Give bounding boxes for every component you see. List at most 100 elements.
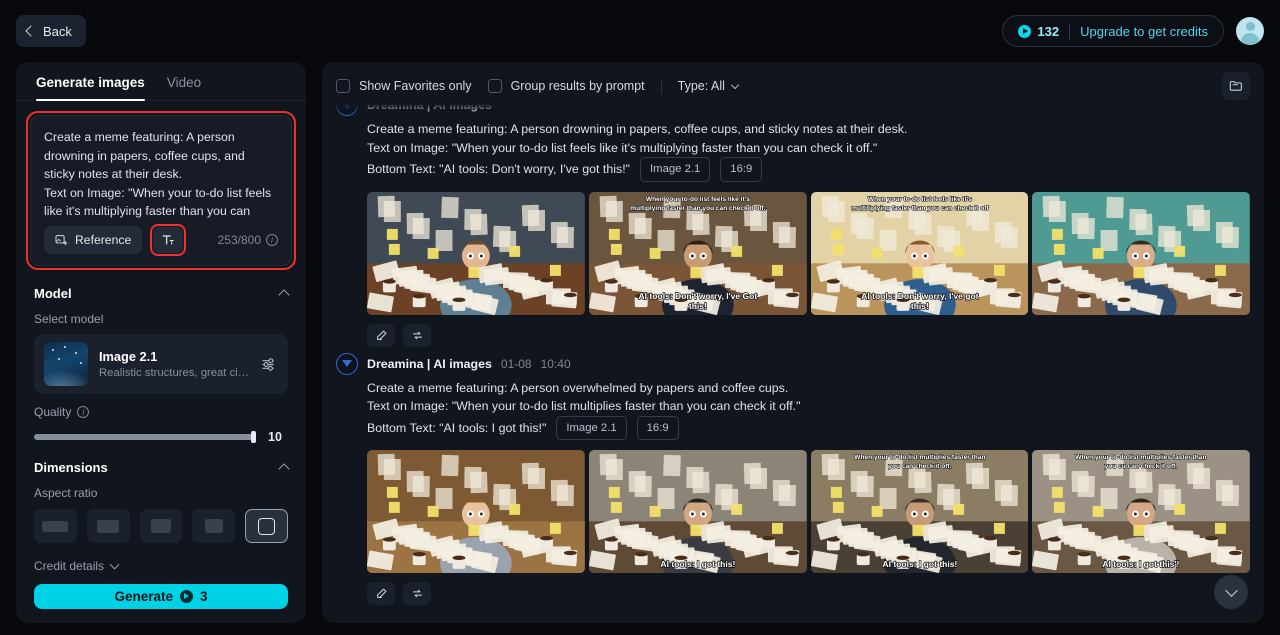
checkbox-group[interactable] xyxy=(487,79,502,93)
coin-cost-icon xyxy=(180,590,193,603)
post-prompt-line: Create a meme featuring: A person overwh… xyxy=(367,380,789,395)
result-thumbnails: When your to-do list feels like it's mult… xyxy=(367,191,1250,315)
avatar[interactable] xyxy=(1236,17,1264,45)
back-button[interactable]: Back xyxy=(16,15,86,47)
quality-value: 10 xyxy=(268,430,282,444)
credit-details-toggle[interactable]: Credit details xyxy=(34,559,288,573)
scroll-down-button[interactable] xyxy=(1214,575,1248,609)
result-thumbnail[interactable] xyxy=(367,450,585,573)
result-thumbnail[interactable] xyxy=(367,191,585,315)
svg-text:multiplying faster than you ca: multiplying faster than you can check it… xyxy=(630,204,765,211)
back-button-label: Back xyxy=(43,23,72,39)
result-thumbnail[interactable]: When your to-do list feels like it's mult… xyxy=(588,191,807,315)
svg-text:When your to-do list multiplie: When your to-do list multiplies faster t… xyxy=(1076,454,1207,461)
model-meta: Image 2.1 Realistic structures, great ci… xyxy=(99,349,250,379)
reference-button-label: Reference xyxy=(75,233,132,247)
model-settings-icon[interactable] xyxy=(261,356,278,373)
tab-generate-images[interactable]: Generate images xyxy=(36,75,145,101)
post-tag: 16:9 xyxy=(720,157,763,182)
svg-text:you cu can check it off.: you cu can check it off. xyxy=(1105,463,1178,470)
upgrade-link[interactable]: Upgrade to get credits xyxy=(1080,24,1208,39)
result-thumbnail[interactable] xyxy=(1032,191,1250,315)
generate-cost: 3 xyxy=(200,589,208,604)
model-section-title: Model xyxy=(34,286,72,301)
result-thumbnail[interactable]: When your to-do list multiplies faster t… xyxy=(1032,450,1250,573)
prompt-box[interactable]: Create a meme featuring: A person drowni… xyxy=(30,115,292,266)
show-favorites-only-toggle[interactable]: Show Favorites only xyxy=(336,79,472,93)
svg-text:AI tools: Don't worry, I've go: AI tools: Don't worry, I've got xyxy=(861,290,978,300)
generate-button[interactable]: Generate 3 xyxy=(34,584,288,609)
post-brand-name: Dreamina | AI images xyxy=(367,104,492,112)
aspect-ratio-3-2[interactable] xyxy=(192,509,236,543)
credits-pill[interactable]: 132 Upgrade to get credits xyxy=(1002,15,1224,47)
show-favorites-only-label: Show Favorites only xyxy=(359,79,472,93)
group-by-prompt-toggle[interactable]: Group results by prompt xyxy=(487,79,645,93)
result-thumbnail[interactable]: When your to-do list feels like it's mult… xyxy=(810,191,1029,315)
regenerate-button[interactable] xyxy=(403,323,431,347)
regenerate-icon xyxy=(412,589,422,598)
results-toolbar: Show Favorites only Group results by pro… xyxy=(322,68,1264,104)
svg-text:AI tools: I got this!: AI tools: I got this! xyxy=(660,559,735,569)
dreamina-logo-icon xyxy=(336,104,358,116)
result-thumbnails: AI tools: I got this! When your to-do lis… xyxy=(367,450,1250,573)
reference-button[interactable]: Reference xyxy=(44,226,143,254)
left-panel: Generate images Video Create a meme feat… xyxy=(16,62,306,623)
model-description: Realistic structures, great cinematog... xyxy=(99,367,250,379)
regenerate-button[interactable] xyxy=(403,582,431,605)
edit-button[interactable] xyxy=(367,323,395,347)
main-body: Generate images Video Create a meme feat… xyxy=(0,62,1280,635)
pencil-icon xyxy=(376,588,386,598)
chevron-down-icon-type xyxy=(730,80,740,89)
result-thumbnail[interactable]: When your to-do list multiplies faster t… xyxy=(810,450,1029,573)
edit-button[interactable] xyxy=(367,582,395,605)
aspect-ratio-glyph xyxy=(150,519,171,533)
type-filter-label: Type: All xyxy=(677,79,725,93)
svg-text:When your to-do list feels lik: When your to-do list feels like it's xyxy=(646,195,750,202)
post-tags: Image 2.1 16:9 xyxy=(556,415,679,440)
quality-slider[interactable] xyxy=(34,431,256,443)
archive-folder-button[interactable] xyxy=(1222,72,1250,100)
aspect-ratio-glyph xyxy=(42,520,69,532)
post-actions xyxy=(367,323,1250,347)
result-thumbnail[interactable]: AI tools: I got this! xyxy=(588,450,807,573)
aspect-ratio-glyph xyxy=(258,517,276,535)
svg-text:multitiplying faster than you: multitiplying faster than you can check … xyxy=(851,204,989,211)
prompt-toolbar: Reference 253/800 i xyxy=(44,224,278,256)
prompt-input[interactable]: Create a meme featuring: A person drowni… xyxy=(44,128,278,220)
chevron-up-icon-dimensions[interactable] xyxy=(278,463,290,475)
quality-label-row: Quality i xyxy=(34,405,288,419)
results-feed[interactable]: Dreamina | AI images Create a meme featu… xyxy=(322,104,1264,623)
coin-icon xyxy=(1018,24,1032,38)
post-prompt-line: Create a meme featuring: A person drowni… xyxy=(367,122,908,136)
aspect-ratio-16-9[interactable] xyxy=(86,509,130,543)
tab-video[interactable]: Video xyxy=(167,75,201,100)
chevron-up-icon-model[interactable] xyxy=(278,289,290,301)
text-tool-button[interactable] xyxy=(153,227,184,253)
post-prompt: Create a meme featuring: A person overwh… xyxy=(367,379,1250,440)
aspect-ratio-1-1[interactable] xyxy=(245,509,288,543)
image-reference-icon xyxy=(55,234,68,245)
credits-count: 132 xyxy=(1037,23,1060,39)
chevron-down-icon-credits xyxy=(109,559,120,570)
info-icon[interactable]: i xyxy=(266,234,278,246)
post-date: 01-08 xyxy=(500,356,532,371)
top-bar: Back 132 Upgrade to get credits xyxy=(0,0,1280,62)
model-section: Model Select model Image 2.1 Realistic s… xyxy=(16,270,306,573)
post-prompt-line: Bottom Text: "AI tools: Don't worry, I'v… xyxy=(367,157,1250,182)
quality-info-icon[interactable]: i xyxy=(77,406,90,418)
prompt-highlight-box: Create a meme featuring: A person drowni… xyxy=(26,111,296,270)
post-tag: 16:9 xyxy=(636,415,679,440)
dimensions-section-title: Dimensions xyxy=(34,460,108,475)
prompt-char-counter-text: 253/800 xyxy=(217,233,261,247)
type-filter-dropdown[interactable]: Type: All xyxy=(677,79,740,93)
post-brand-name: Dreamina | AI images xyxy=(367,356,492,371)
checkbox-favorites[interactable] xyxy=(336,79,350,93)
svg-text:AI tools: I got this!: AI tools: I got this! xyxy=(882,559,957,569)
post-header: Dreamina | AI images 01-08 10:40 xyxy=(336,352,1250,375)
aspect-ratio-4-3[interactable] xyxy=(139,509,183,543)
quality-slider-knob[interactable] xyxy=(251,431,256,443)
model-card[interactable]: Image 2.1 Realistic structures, great ci… xyxy=(34,334,288,394)
results-panel: Show Favorites only Group results by pro… xyxy=(322,62,1264,623)
aspect-ratio-21-9[interactable] xyxy=(34,509,77,543)
post-tag: Image 2.1 xyxy=(640,157,711,182)
